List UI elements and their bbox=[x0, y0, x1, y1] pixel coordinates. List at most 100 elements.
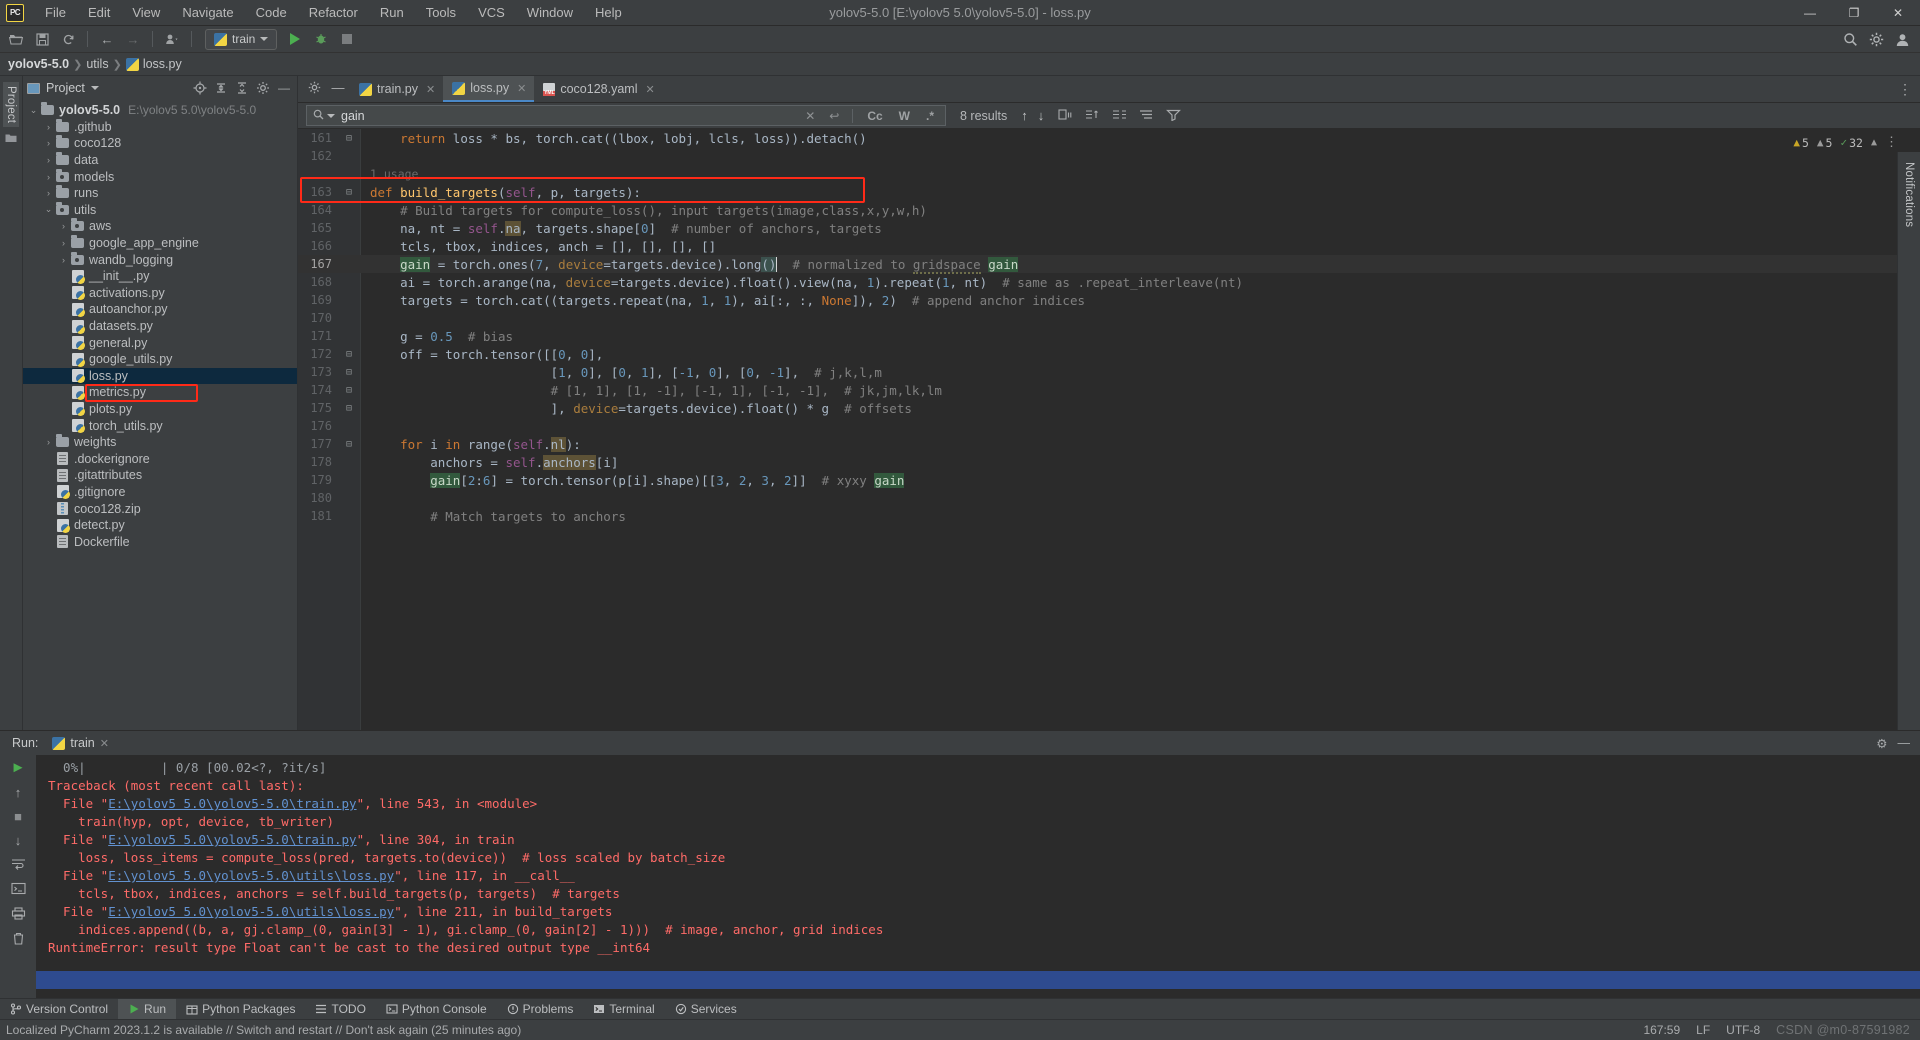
tree-item-github[interactable]: › .github bbox=[23, 118, 297, 136]
trash-icon[interactable] bbox=[12, 932, 25, 948]
scroll-up-icon[interactable]: ↑ bbox=[15, 785, 22, 800]
code-line[interactable]: 176 bbox=[298, 417, 1920, 435]
regex-toggle[interactable]: .* bbox=[921, 109, 939, 123]
menu-help[interactable]: Help bbox=[584, 2, 633, 23]
code-line[interactable]: 171 g = 0.5 # bias bbox=[298, 327, 1920, 345]
whole-words-toggle[interactable]: W bbox=[894, 109, 915, 123]
close-tab-icon[interactable]: ✕ bbox=[645, 83, 654, 96]
tree-expander[interactable]: › bbox=[42, 122, 55, 132]
search-history-chevron-icon[interactable] bbox=[327, 113, 335, 118]
inspection-widget[interactable]: ▲ 5 ▲ 5 ✓ 32 ▲ ⋮ bbox=[1793, 135, 1898, 150]
rail-notifications-button[interactable]: Notifications bbox=[1901, 158, 1917, 231]
prev-match-button[interactable]: ↑ bbox=[1021, 108, 1028, 123]
more-tabs-icon[interactable]: ⋮ bbox=[1898, 81, 1912, 98]
tree-expander[interactable]: › bbox=[57, 238, 70, 248]
next-match-button[interactable]: ↓ bbox=[1038, 108, 1045, 123]
editor-tab-train[interactable]: train.py ✕ bbox=[350, 76, 443, 102]
code-line[interactable]: 175 ⊟ ], device=targets.device).float() *… bbox=[298, 399, 1920, 417]
tool-window-todo[interactable]: TODO bbox=[305, 999, 375, 1020]
minimize-button[interactable]: — bbox=[1788, 0, 1832, 26]
tree-item-gitignore[interactable]: .gitignore bbox=[23, 484, 297, 501]
chevron-down-icon[interactable] bbox=[90, 86, 99, 90]
editor-tab-loss[interactable]: loss.py ✕ bbox=[443, 76, 535, 102]
match-case-toggle[interactable]: Cc bbox=[862, 109, 887, 123]
run-configuration-selector[interactable]: train bbox=[205, 28, 278, 50]
tool-window-python-console[interactable]: Python Console bbox=[376, 999, 497, 1020]
code-line[interactable]: 172 ⊟ off = torch.tensor([[0, 0], bbox=[298, 345, 1920, 363]
run-settings-icon[interactable]: ⚙ bbox=[1876, 736, 1887, 751]
save-icon[interactable] bbox=[30, 28, 54, 50]
tool-window-run[interactable]: Run bbox=[118, 998, 177, 1020]
caret-position[interactable]: 167:59 bbox=[1643, 1023, 1680, 1037]
run-button[interactable] bbox=[283, 28, 307, 50]
print-icon[interactable] bbox=[11, 907, 26, 923]
status-message[interactable]: Localized PyCharm 2023.1.2 is available … bbox=[6, 1023, 521, 1037]
code-line[interactable]: 173 ⊟ [1, 0], [0, 1], [-1, 0], [0, -1], #… bbox=[298, 363, 1920, 381]
forward-arrow-icon[interactable]: → bbox=[121, 28, 145, 50]
close-tab-icon[interactable]: ✕ bbox=[426, 83, 435, 96]
tree-item-dockerfile[interactable]: Dockerfile bbox=[23, 533, 297, 550]
rerun-icon[interactable]: ► bbox=[11, 759, 26, 776]
fold-marker[interactable]: ⊟ bbox=[338, 349, 360, 360]
expand-icon[interactable] bbox=[1139, 108, 1154, 124]
tool-window-terminal[interactable]: Terminal bbox=[583, 999, 664, 1020]
fold-marker[interactable]: ⊟ bbox=[338, 403, 360, 414]
code-line[interactable]: 169 targets = torch.cat((targets.repeat(… bbox=[298, 291, 1920, 309]
traceback-file-link[interactable]: E:\yolov5 5.0\yolov5-5.0\train.py bbox=[108, 832, 356, 847]
menu-run[interactable]: Run bbox=[369, 2, 415, 23]
fold-marker[interactable]: ⊟ bbox=[338, 133, 360, 144]
tree-item-wandb-logging[interactable]: › wandb_logging bbox=[23, 251, 297, 268]
code-line[interactable]: 168 ai = torch.arange(na, device=targets… bbox=[298, 273, 1920, 291]
menu-window[interactable]: Window bbox=[516, 2, 584, 23]
tool-window-version-control[interactable]: Version Control bbox=[0, 999, 118, 1020]
tree-item-gitattributes[interactable]: .gitattributes bbox=[23, 467, 297, 484]
fold-marker[interactable]: ⊟ bbox=[338, 385, 360, 396]
breadcrumb-file[interactable]: loss.py bbox=[143, 57, 182, 71]
open-folder-icon[interactable] bbox=[4, 28, 28, 50]
tree-item-coco128[interactable]: › coco128 bbox=[23, 135, 297, 152]
tree-item-metrics-py[interactable]: metrics.py bbox=[23, 384, 297, 401]
tree-expander[interactable]: ⌄ bbox=[27, 105, 40, 116]
tree-item-coco128-zip[interactable]: coco128.zip bbox=[23, 500, 297, 517]
target-icon[interactable] bbox=[191, 79, 209, 97]
menu-code[interactable]: Code bbox=[245, 2, 298, 23]
close-run-tab-icon[interactable]: ✕ bbox=[100, 737, 109, 750]
tree-item-general-py[interactable]: general.py bbox=[23, 334, 297, 351]
weak-warnings-badge[interactable]: ▲ 5 bbox=[1817, 136, 1833, 150]
clear-search-icon[interactable]: ✕ bbox=[801, 109, 819, 123]
scroll-down-icon[interactable]: ↓ bbox=[15, 833, 22, 848]
tree-item-autoanchor-py[interactable]: autoanchor.py bbox=[23, 301, 297, 318]
fold-marker[interactable]: ⊟ bbox=[338, 439, 360, 450]
breadcrumb-folder[interactable]: utils bbox=[86, 57, 108, 71]
tree-expander[interactable]: ⌄ bbox=[42, 204, 55, 215]
code-line[interactable]: 1 usage bbox=[298, 165, 1920, 183]
collapse-all-icon[interactable] bbox=[212, 79, 230, 97]
expand-all-icon[interactable] bbox=[233, 79, 251, 97]
editor-settings-icon[interactable] bbox=[302, 76, 326, 98]
warnings-badge[interactable]: ▲ 5 bbox=[1793, 136, 1809, 150]
code-line[interactable]: 163 ⊟ def build_targets(self, p, targets): bbox=[298, 183, 1920, 201]
tree-item-google-app-engine[interactable]: › google_app_engine bbox=[23, 235, 297, 252]
code-line[interactable]: 180 bbox=[298, 489, 1920, 507]
code-line[interactable]: 162 bbox=[298, 147, 1920, 165]
add-line-icon[interactable] bbox=[1085, 108, 1100, 124]
filter-icon[interactable] bbox=[1166, 108, 1182, 124]
breadcrumb-project[interactable]: yolov5-5.0 bbox=[8, 57, 69, 71]
code-line[interactable]: 174 ⊟ # [1, 1], [1, -1], [-1, 1], [-1, -1… bbox=[298, 381, 1920, 399]
tree-item-data[interactable]: › data bbox=[23, 152, 297, 169]
menu-vcs[interactable]: VCS bbox=[467, 2, 516, 23]
code-line[interactable]: 167 gain = torch.ones(7, device=targets.… bbox=[298, 255, 1920, 274]
folder-icon[interactable] bbox=[5, 133, 17, 146]
sync-icon[interactable] bbox=[56, 28, 80, 50]
tree-expander[interactable]: › bbox=[42, 437, 55, 447]
menu-navigate[interactable]: Navigate bbox=[171, 2, 244, 23]
typos-badge[interactable]: ✓ 32 bbox=[1840, 136, 1862, 150]
tree-item-plots-py[interactable]: plots.py bbox=[23, 401, 297, 418]
fold-marker[interactable]: ⊟ bbox=[338, 367, 360, 378]
tree-expander[interactable]: › bbox=[42, 155, 55, 165]
run-tab-train[interactable]: train ✕ bbox=[46, 736, 115, 750]
tree-expander[interactable]: › bbox=[57, 255, 70, 265]
line-separator[interactable]: LF bbox=[1696, 1023, 1710, 1037]
more-inspections-icon[interactable]: ⋮ bbox=[1885, 135, 1898, 150]
multiline-icon[interactable] bbox=[1112, 108, 1127, 124]
